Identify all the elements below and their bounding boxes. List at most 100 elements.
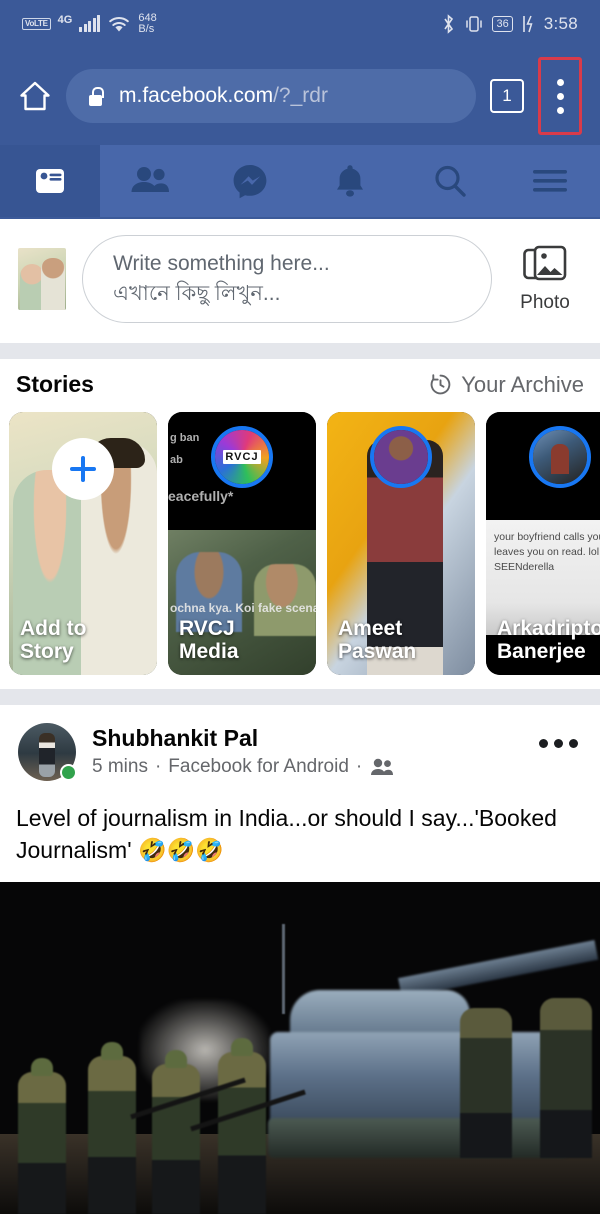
lock-icon xyxy=(88,86,104,106)
page-title: Stories xyxy=(16,371,94,397)
story-avatar: RVCJ xyxy=(211,426,273,488)
newsfeed-icon xyxy=(36,169,64,193)
stories-section: Stories Your Archive Add to Story g ban … xyxy=(0,359,600,689)
signal-bars-icon xyxy=(79,14,101,32)
browser-toolbar: m.facebook.com/?_rdr 1 xyxy=(0,47,600,145)
post-source: Facebook for Android xyxy=(168,755,349,777)
rvcj-logo-text: RVCJ xyxy=(223,450,261,464)
story-overlay-caption: ochna kya. Koi fake scenar xyxy=(170,601,316,615)
photo-label: Photo xyxy=(520,292,570,313)
sidebar-item-newsfeed[interactable] xyxy=(0,145,100,217)
avatar-image xyxy=(39,733,55,777)
post-composer: Write something here... এখানে কিছু লিখুন… xyxy=(0,219,600,343)
story-avatar-image xyxy=(533,430,587,484)
soldier xyxy=(88,1056,136,1215)
home-icon[interactable] xyxy=(18,80,52,112)
rvcj-logo: RVCJ xyxy=(215,430,269,484)
url-text: m.facebook.com/?_rdr xyxy=(119,84,328,108)
story-label-line2: Banerjee xyxy=(497,639,586,663)
sidebar-item-messenger[interactable] xyxy=(200,145,300,217)
stories-rail[interactable]: Add to Story g ban ab eacefully* ochna k… xyxy=(0,412,600,675)
phone-screen: VoLTE 4G 648 B/s 36 3:58 m.facebook.com/… xyxy=(0,0,600,1222)
bell-icon xyxy=(337,165,363,197)
sidebar-item-menu[interactable] xyxy=(500,145,600,217)
friends-audience-icon[interactable] xyxy=(369,757,395,777)
online-status-badge xyxy=(60,764,77,781)
sidebar-item-friends[interactable] xyxy=(100,145,200,217)
story-label-line1: Arkadripto xyxy=(497,616,600,640)
status-bar-left: VoLTE 4G 648 B/s xyxy=(22,12,157,35)
hamburger-icon xyxy=(533,170,567,192)
avatar[interactable] xyxy=(18,723,77,781)
story-overlay-text-3: eacefully* xyxy=(168,488,234,504)
story-card-label: Arkadripto Banerjee xyxy=(497,617,600,663)
post-separator-1: · xyxy=(154,755,162,777)
soldier xyxy=(218,1052,266,1215)
photo-button[interactable]: Photo xyxy=(508,244,582,314)
photo-icon xyxy=(523,245,567,281)
friends-icon xyxy=(131,167,169,192)
story-text-line3: SEENderella xyxy=(494,561,555,574)
post-image[interactable] xyxy=(0,882,600,1215)
composer-placeholder-bn: এখানে কিছু লিখুন... xyxy=(113,282,281,305)
story-card-ameet-paswan[interactable]: Ameet Paswan xyxy=(327,412,475,675)
battery-level: 36 xyxy=(492,15,513,32)
story-card-rvcj-media[interactable]: g ban ab eacefully* ochna kya. Koi fake … xyxy=(168,412,316,675)
overflow-menu-icon[interactable] xyxy=(538,57,582,135)
avatar[interactable] xyxy=(18,248,66,310)
section-divider-2 xyxy=(0,689,600,705)
tank-track xyxy=(268,1118,568,1159)
story-card-arkadripto-banerjee[interactable]: your boyfriend calls you pri leaves you … xyxy=(486,412,600,675)
android-status-bar: VoLTE 4G 648 B/s 36 3:58 xyxy=(0,0,600,47)
charging-icon xyxy=(522,15,533,32)
url-domain: m.facebook.com xyxy=(119,84,274,107)
wifi-icon xyxy=(109,16,130,31)
your-archive-button[interactable]: Your Archive xyxy=(429,372,584,398)
story-overlay-text-1: g ban xyxy=(170,432,200,444)
story-overlay-text-2: ab xyxy=(170,454,183,466)
story-avatar xyxy=(529,426,591,488)
post-meta: Shubhankit Pal 5 mins · Facebook for And… xyxy=(92,723,523,778)
soldier-group xyxy=(0,1000,306,1215)
sidebar-item-notifications[interactable] xyxy=(300,145,400,217)
composer-input[interactable]: Write something here... এখানে কিছু লিখুন… xyxy=(82,235,492,323)
post-body-text: Level of journalism in India...or should… xyxy=(16,805,557,863)
post-author-name[interactable]: Shubhankit Pal xyxy=(92,724,523,753)
composer-placeholder-en: Write something here... xyxy=(113,251,330,275)
post-options-icon[interactable] xyxy=(539,723,582,748)
story-label-line2: Media xyxy=(179,639,239,663)
network-speed: 648 B/s xyxy=(138,12,156,35)
post-separator-2: · xyxy=(355,755,363,777)
network-type-label: 4G xyxy=(57,13,73,26)
url-bar[interactable]: m.facebook.com/?_rdr xyxy=(66,69,476,123)
section-divider xyxy=(0,343,600,359)
story-card-label: Ameet Paswan xyxy=(338,617,467,663)
tab-count-button[interactable]: 1 xyxy=(490,79,524,113)
sidebar-item-search[interactable] xyxy=(400,145,500,217)
feed-post: Shubhankit Pal 5 mins · Facebook for And… xyxy=(0,705,600,1215)
story-text-line1: your boyfriend calls you pri xyxy=(494,531,600,543)
messenger-icon xyxy=(233,165,267,199)
post-header: Shubhankit Pal 5 mins · Facebook for And… xyxy=(0,723,600,781)
status-bar-clock: 3:58 xyxy=(543,13,578,33)
story-label-line1: Add to xyxy=(20,616,87,640)
search-icon xyxy=(435,165,466,197)
story-overlay-text: your boyfriend calls you pri leaves you … xyxy=(494,530,600,576)
story-card-label: Add to Story xyxy=(20,617,149,663)
plus-icon[interactable] xyxy=(52,438,114,500)
volte-icon: VoLTE xyxy=(22,17,51,30)
post-subtitle: 5 mins · Facebook for Android · xyxy=(92,756,523,778)
stories-header: Stories Your Archive xyxy=(0,371,600,412)
story-avatar-image xyxy=(374,430,428,484)
clock-history-icon xyxy=(430,374,451,395)
story-label-line2: Story xyxy=(20,639,74,663)
soldier xyxy=(540,998,592,1159)
speed-unit: B/s xyxy=(138,22,155,35)
story-text-line2: leaves you on read. lol ok xyxy=(494,546,600,559)
soldier xyxy=(18,1072,66,1215)
soldier xyxy=(460,1008,512,1159)
post-timestamp: 5 mins xyxy=(92,755,148,777)
story-label-line2: Paswan xyxy=(338,639,417,663)
soldier xyxy=(152,1064,200,1215)
story-card-add-to-story[interactable]: Add to Story xyxy=(9,412,157,675)
